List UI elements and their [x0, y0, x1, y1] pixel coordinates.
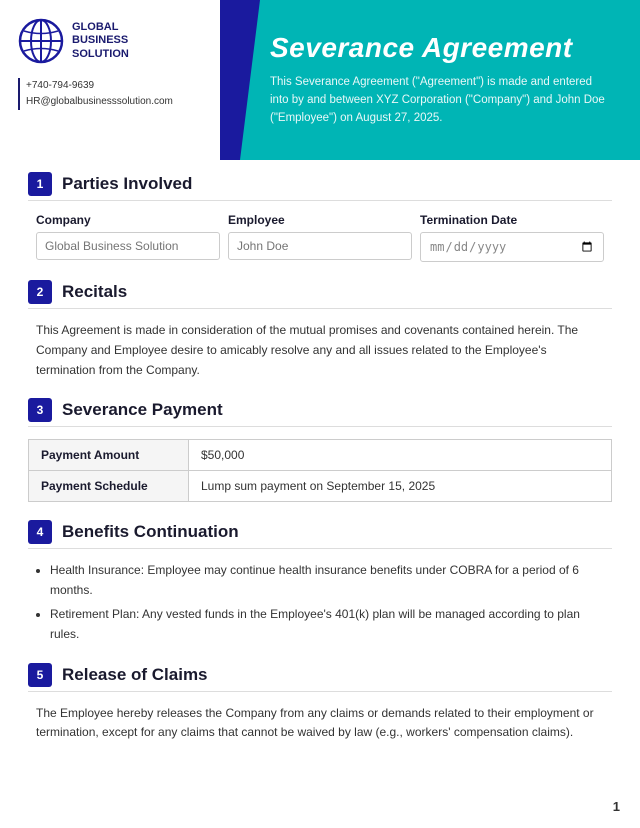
benefit-item-1: Health Insurance: Employee may continue …: [50, 561, 604, 601]
company-input[interactable]: [36, 232, 220, 260]
benefit-item-2: Retirement Plan: Any vested funds in the…: [50, 605, 604, 645]
section-1-title: Parties Involved: [62, 174, 192, 194]
payment-amount-row: Payment Amount $50,000: [29, 440, 612, 471]
section-4-header: 4 Benefits Continuation: [28, 520, 612, 549]
section-5-number: 5: [28, 663, 52, 687]
section-benefits: 4 Benefits Continuation Health Insurance…: [28, 520, 612, 644]
section-parties: 1 Parties Involved Company Employee Term…: [28, 172, 612, 262]
termination-col-header: Termination Date: [420, 213, 604, 227]
section-1-header: 1 Parties Involved: [28, 172, 612, 201]
payment-schedule-row: Payment Schedule Lump sum payment on Sep…: [29, 471, 612, 502]
payment-schedule-value: Lump sum payment on September 15, 2025: [189, 471, 612, 502]
company-col: Company: [36, 213, 220, 262]
header-left: GLOBAL BUSINESS SOLUTION +740-794-9639 H…: [0, 0, 220, 160]
phone-text: +740-794-9639: [26, 78, 204, 94]
contact-info: +740-794-9639 HR@globalbusinesssolution.…: [18, 78, 204, 110]
employee-input[interactable]: [228, 232, 412, 260]
recitals-text: This Agreement is made in consideration …: [28, 321, 612, 380]
main-content: 1 Parties Involved Company Employee Term…: [0, 160, 640, 789]
section-5-header: 5 Release of Claims: [28, 663, 612, 692]
release-text: The Employee hereby releases the Company…: [28, 704, 612, 744]
section-4-number: 4: [28, 520, 52, 544]
agreement-intro: This Severance Agreement ("Agreement") i…: [270, 74, 612, 127]
section-recitals: 2 Recitals This Agreement is made in con…: [28, 280, 612, 380]
termination-date-input[interactable]: [420, 232, 604, 262]
section-3-number: 3: [28, 398, 52, 422]
section-3-title: Severance Payment: [62, 400, 223, 420]
payment-amount-label: Payment Amount: [29, 440, 189, 471]
section-4-title: Benefits Continuation: [62, 522, 239, 542]
company-name: GLOBAL BUSINESS SOLUTION: [72, 21, 129, 61]
page-number: 1: [613, 799, 620, 814]
logo-area: GLOBAL BUSINESS SOLUTION: [18, 18, 204, 64]
company-col-header: Company: [36, 213, 220, 227]
agreement-title: Severance Agreement: [270, 32, 612, 64]
employee-col: Employee: [228, 213, 412, 262]
section-5-title: Release of Claims: [62, 665, 208, 685]
section-2-title: Recitals: [62, 282, 127, 302]
benefits-list: Health Insurance: Employee may continue …: [28, 561, 612, 644]
termination-col: Termination Date: [420, 213, 604, 262]
payment-table: Payment Amount $50,000 Payment Schedule …: [28, 439, 612, 502]
page-header: GLOBAL BUSINESS SOLUTION +740-794-9639 H…: [0, 0, 640, 160]
payment-amount-value: $50,000: [189, 440, 612, 471]
section-3-header: 3 Severance Payment: [28, 398, 612, 427]
section-release: 5 Release of Claims The Employee hereby …: [28, 663, 612, 744]
employee-col-header: Employee: [228, 213, 412, 227]
section-1-number: 1: [28, 172, 52, 196]
email-text: HR@globalbusinesssolution.com: [26, 94, 204, 110]
header-right: Severance Agreement This Severance Agree…: [220, 0, 640, 160]
section-2-number: 2: [28, 280, 52, 304]
payment-schedule-label: Payment Schedule: [29, 471, 189, 502]
section-severance-payment: 3 Severance Payment Payment Amount $50,0…: [28, 398, 612, 502]
parties-grid: Company Employee Termination Date: [28, 213, 612, 262]
section-2-header: 2 Recitals: [28, 280, 612, 309]
globe-icon: [18, 18, 64, 64]
